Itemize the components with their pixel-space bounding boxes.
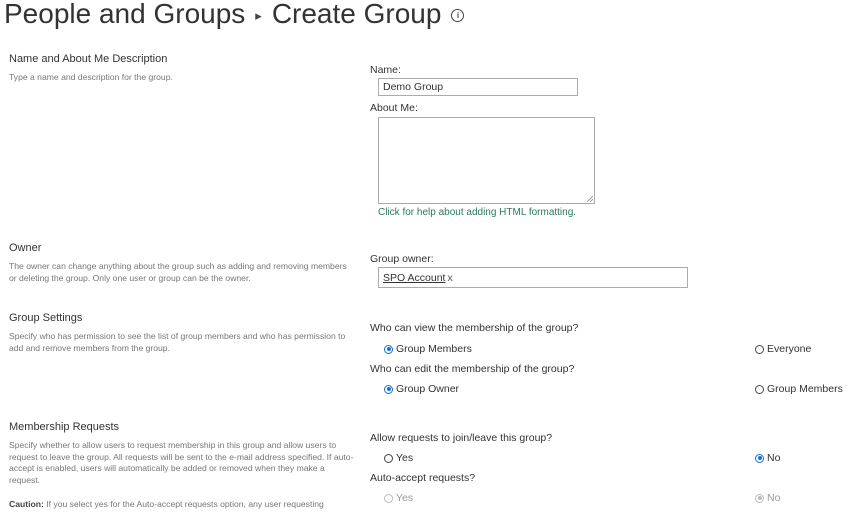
view-membership-question: Who can view the membership of the group… — [370, 322, 579, 334]
resize-grip-icon[interactable] — [587, 196, 593, 202]
name-label: Name: — [370, 64, 401, 76]
section-title-membership-requests: Membership Requests — [9, 421, 120, 433]
page-title-text: Create Group — [271, 0, 442, 29]
radio-selected-icon — [755, 453, 764, 463]
info-icon[interactable]: i — [451, 9, 465, 23]
page-title: People and Groups ▸ Create Group i — [4, 0, 465, 30]
radio-label: Group Members — [396, 343, 472, 355]
view-radio-everyone[interactable]: Everyone — [755, 343, 811, 355]
auto-accept-question: Auto-accept requests? — [370, 472, 476, 484]
section-title-group-settings: Group Settings — [9, 312, 83, 324]
create-group-page: People and Groups ▸ Create Group i Name and… — [0, 0, 850, 512]
caution-body: If you select yes for the Auto-accept re… — [43, 499, 324, 509]
caution-label: Caution: — [9, 499, 44, 509]
edit-membership-question: Who can edit the membership of the group… — [370, 363, 575, 375]
allow-radio-no[interactable]: No — [755, 452, 780, 464]
radio-selected-icon — [384, 344, 393, 354]
section-desc-name: Type a name and description for the grou… — [9, 72, 173, 82]
auto-accept-radio-yes[interactable]: Yes — [384, 492, 413, 504]
html-formatting-help-link[interactable]: Click for help about adding HTML formatt… — [378, 207, 576, 218]
view-radio-group-members[interactable]: Group Members — [384, 343, 472, 355]
about-me-label: About Me: — [370, 102, 418, 114]
group-name-input[interactable] — [378, 78, 578, 96]
group-owner-label: Group owner: — [370, 253, 434, 265]
radio-unselected-icon — [384, 493, 393, 503]
breadcrumb-people-and-groups[interactable]: People and Groups — [4, 0, 245, 29]
edit-radio-group-owner[interactable]: Group Owner — [384, 383, 459, 395]
radio-label: Yes — [396, 452, 414, 464]
remove-owner-icon[interactable]: x — [447, 272, 452, 284]
caution-text: Caution: If you select yes for the Auto-… — [9, 499, 354, 511]
radio-label: No — [767, 452, 781, 464]
section-title-name: Name and About Me Description — [9, 53, 168, 65]
radio-selected-icon — [755, 493, 764, 503]
edit-radio-group-members[interactable]: Group Members — [755, 383, 843, 395]
section-desc-membership-requests: Specify whether to allow users to reques… — [9, 440, 354, 485]
radio-unselected-icon — [384, 453, 393, 463]
allow-radio-yes[interactable]: Yes — [384, 452, 413, 464]
radio-label: Yes — [396, 492, 414, 504]
group-owner-picker[interactable]: SPO Account x — [378, 267, 688, 288]
auto-accept-radio-no[interactable]: No — [755, 492, 780, 504]
radio-label: Group Owner — [396, 383, 460, 395]
radio-label: No — [767, 492, 781, 504]
radio-label: Everyone — [767, 343, 812, 355]
about-me-textarea[interactable] — [378, 117, 595, 204]
section-desc-owner: The owner can change anything about the … — [9, 261, 347, 283]
allow-requests-question: Allow requests to join/leave this group? — [370, 432, 553, 444]
radio-unselected-icon — [755, 344, 764, 354]
section-desc-group-settings: Specify who has permission to see the li… — [9, 331, 346, 353]
radio-selected-icon — [384, 384, 393, 394]
owner-entity[interactable]: SPO Account — [383, 272, 445, 284]
section-title-owner: Owner — [9, 242, 42, 254]
radio-unselected-icon — [755, 384, 764, 394]
breadcrumb-separator-icon: ▸ — [255, 7, 262, 23]
radio-label: Group Members — [767, 383, 843, 395]
